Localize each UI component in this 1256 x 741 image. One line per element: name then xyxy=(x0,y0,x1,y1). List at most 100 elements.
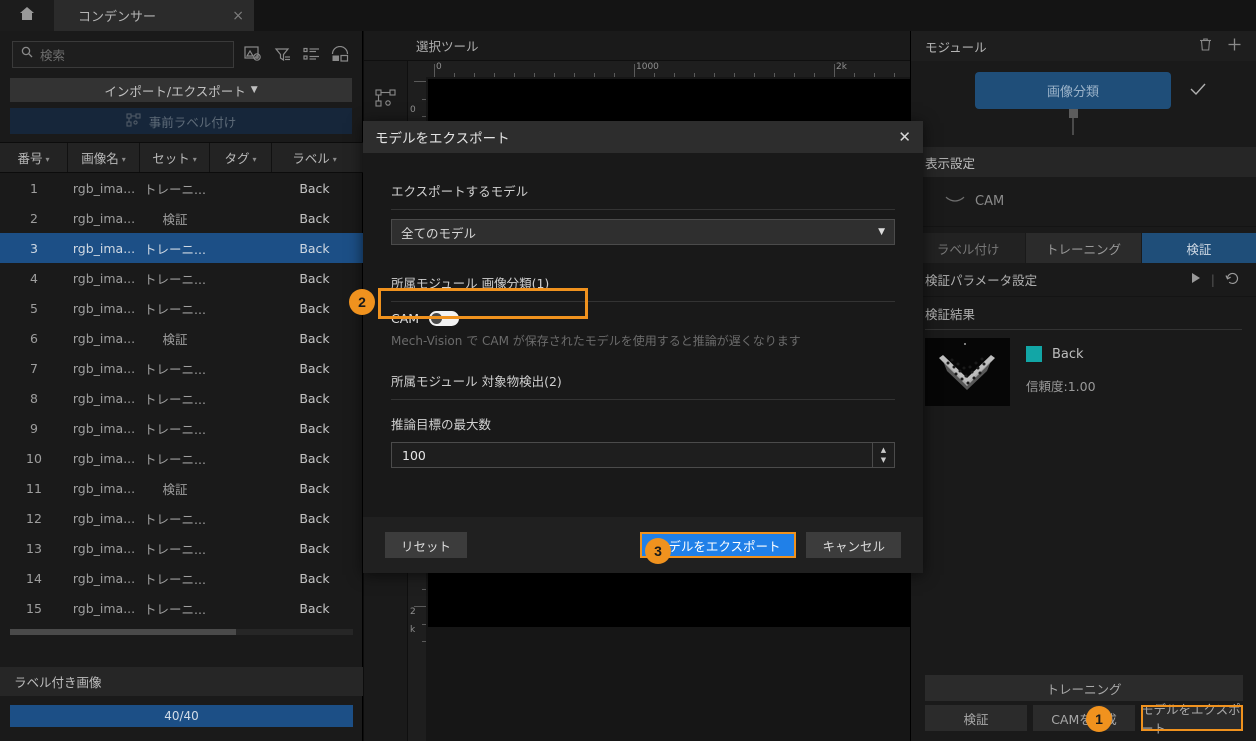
tab-labeling[interactable]: ラベル付け xyxy=(911,233,1027,263)
table-cell-no: 11 xyxy=(26,480,42,496)
table-cell-no: 1 xyxy=(30,180,38,196)
table-row[interactable]: 3 rgb_ima... トレーニ... Back xyxy=(0,233,363,263)
cam-display-row[interactable]: CAM xyxy=(911,177,1256,227)
trash-icon[interactable] xyxy=(1198,37,1213,55)
validate-button[interactable]: 検証 xyxy=(925,705,1027,731)
horizontal-scrollbar[interactable] xyxy=(10,629,353,635)
validation-parameter-settings-row[interactable]: 検証パラメータ設定 | xyxy=(911,263,1256,297)
result-thumbnail[interactable] xyxy=(925,338,1010,406)
cancel-button[interactable]: キャンセル xyxy=(806,532,901,558)
table-cell-set: トレーニ... xyxy=(144,391,206,407)
table-cell-name: rgb_ima... xyxy=(72,390,136,406)
compare-view-icon[interactable] xyxy=(330,44,350,64)
search-icon xyxy=(21,46,33,62)
history-reset-icon[interactable] xyxy=(1225,271,1240,289)
table-cell-no: 15 xyxy=(26,600,42,616)
module-connector-stub xyxy=(1069,109,1078,118)
prelabel-icon xyxy=(126,112,141,130)
table-row[interactable]: 15 rgb_ima... トレーニ... Back xyxy=(0,593,363,623)
table-cell-no: 3 xyxy=(30,240,38,256)
column-header-set[interactable]: セット ▾ xyxy=(140,143,210,172)
table-cell-no: 14 xyxy=(26,570,42,586)
table-cell-set: トレーニ... xyxy=(144,511,206,527)
table-row[interactable]: 8 rgb_ima... トレーニ... Back xyxy=(0,383,363,413)
check-icon[interactable] xyxy=(1189,82,1207,100)
table-cell-label: Back xyxy=(299,240,330,256)
table-row[interactable]: 14 rgb_ima... トレーニ... Back xyxy=(0,563,363,593)
table-row[interactable]: 12 rgb_ima... トレーニ... Back xyxy=(0,503,363,533)
export-model-button[interactable]: モデルをエクスポート xyxy=(1141,702,1243,736)
module-node-image-classification[interactable]: 画像分類 xyxy=(975,72,1171,109)
ruler-label: 0 xyxy=(436,62,442,72)
list-view-icon[interactable] xyxy=(301,44,321,64)
column-header-tag[interactable]: タグ ▾ xyxy=(210,143,272,172)
column-header-no[interactable]: 番号 ▾ xyxy=(0,143,68,172)
max-targets-stepper[interactable]: ▲ ▼ xyxy=(872,443,894,467)
selection-tool-label: 選択ツール xyxy=(416,39,479,54)
ruler-tick xyxy=(422,623,426,625)
class-color-swatch xyxy=(1026,346,1042,362)
filter-icon[interactable] xyxy=(272,44,292,64)
close-icon[interactable]: ✕ xyxy=(898,129,911,145)
table-row[interactable]: 2 rgb_ima... 検証 Back xyxy=(0,203,363,233)
table-cell-label: Back xyxy=(299,210,330,226)
ruler-tick xyxy=(634,64,635,77)
table-row[interactable]: 6 rgb_ima... 検証 Back xyxy=(0,323,363,353)
dialog-footer: リセット モデルをエクスポート キャンセル xyxy=(363,517,923,573)
training-button[interactable]: トレーニング xyxy=(925,675,1243,701)
home-button[interactable] xyxy=(0,0,54,31)
max-targets-input[interactable]: 100 ▲ ▼ xyxy=(391,442,895,468)
table-cell-set: トレーニ... xyxy=(144,361,206,377)
column-label: セット xyxy=(152,151,190,166)
tab-validation[interactable]: 検証 xyxy=(1141,233,1256,263)
ruler-tick xyxy=(422,116,426,117)
horizontal-ruler: 0 1000 2k xyxy=(408,61,910,77)
validation-results-header: 検証結果 xyxy=(911,297,1256,329)
ruler-tick xyxy=(434,64,435,77)
table-row[interactable]: 10 rgb_ima... トレーニ... Back xyxy=(0,443,363,473)
eye-closed-icon[interactable] xyxy=(945,194,965,209)
group-divider xyxy=(391,399,895,400)
plus-icon[interactable] xyxy=(1227,37,1242,55)
table-row[interactable]: 11 rgb_ima... 検証 Back xyxy=(0,473,363,503)
export-model-select[interactable]: 全てのモデル ▼ xyxy=(391,219,895,245)
max-targets-label: 推論目標の最大数 xyxy=(391,417,492,432)
reset-button[interactable]: リセット xyxy=(385,532,468,558)
search-input[interactable]: 検索 xyxy=(12,40,234,68)
column-header-image-name[interactable]: 画像名 ▾ xyxy=(68,143,140,172)
table-row[interactable]: 4 rgb_ima... トレーニ... Back xyxy=(0,263,363,293)
ruler-label: 0 xyxy=(410,105,416,115)
field-divider xyxy=(391,209,895,210)
table-cell-label: Back xyxy=(299,540,330,556)
table-cell-set: トレーニ... xyxy=(144,301,206,317)
tab-condenser[interactable]: コンデンサー × xyxy=(54,0,254,31)
tab-training[interactable]: トレーニング xyxy=(1026,233,1142,263)
pre-label-button[interactable]: 事前ラベル付け xyxy=(10,108,352,134)
column-header-label[interactable]: ラベル ▾ xyxy=(272,143,357,172)
home-icon xyxy=(18,5,36,27)
table-row[interactable]: 1 rgb_ima... トレーニ... Back xyxy=(0,173,363,203)
ruler-tick xyxy=(414,81,426,82)
module-graph: 画像分類 xyxy=(911,61,1256,147)
image-settings-icon[interactable] xyxy=(243,44,263,64)
table-cell-name: rgb_ima... xyxy=(72,360,136,376)
column-label: 画像名 xyxy=(81,151,119,166)
table-cell-name: rgb_ima... xyxy=(72,450,136,466)
stepper-down-icon[interactable]: ▼ xyxy=(881,456,886,464)
cam-toggle-highlight xyxy=(378,288,588,319)
dialog-export-label: モデルをエクスポート xyxy=(655,538,781,554)
play-icon[interactable] xyxy=(1190,272,1201,287)
stepper-up-icon[interactable]: ▲ xyxy=(881,446,886,454)
close-icon[interactable]: × xyxy=(232,9,244,23)
table-row[interactable]: 13 rgb_ima... トレーニ... Back xyxy=(0,533,363,563)
table-row[interactable]: 5 rgb_ima... トレーニ... Back xyxy=(0,293,363,323)
generate-cam-button[interactable]: CAMを生成 xyxy=(1033,705,1135,731)
table-cell-label: Back xyxy=(299,420,330,436)
validation-result-card[interactable]: Back 信頼度:1.00 xyxy=(911,338,1256,406)
table-cell-label: Back xyxy=(299,360,330,376)
column-label: 番号 xyxy=(17,151,43,166)
table-row[interactable]: 9 rgb_ima... トレーニ... Back xyxy=(0,413,363,443)
display-settings-header: 表示設定 xyxy=(911,147,1256,177)
import-export-button[interactable]: インポート/エクスポート ▼ xyxy=(10,78,352,102)
table-row[interactable]: 7 rgb_ima... トレーニ... Back xyxy=(0,353,363,383)
